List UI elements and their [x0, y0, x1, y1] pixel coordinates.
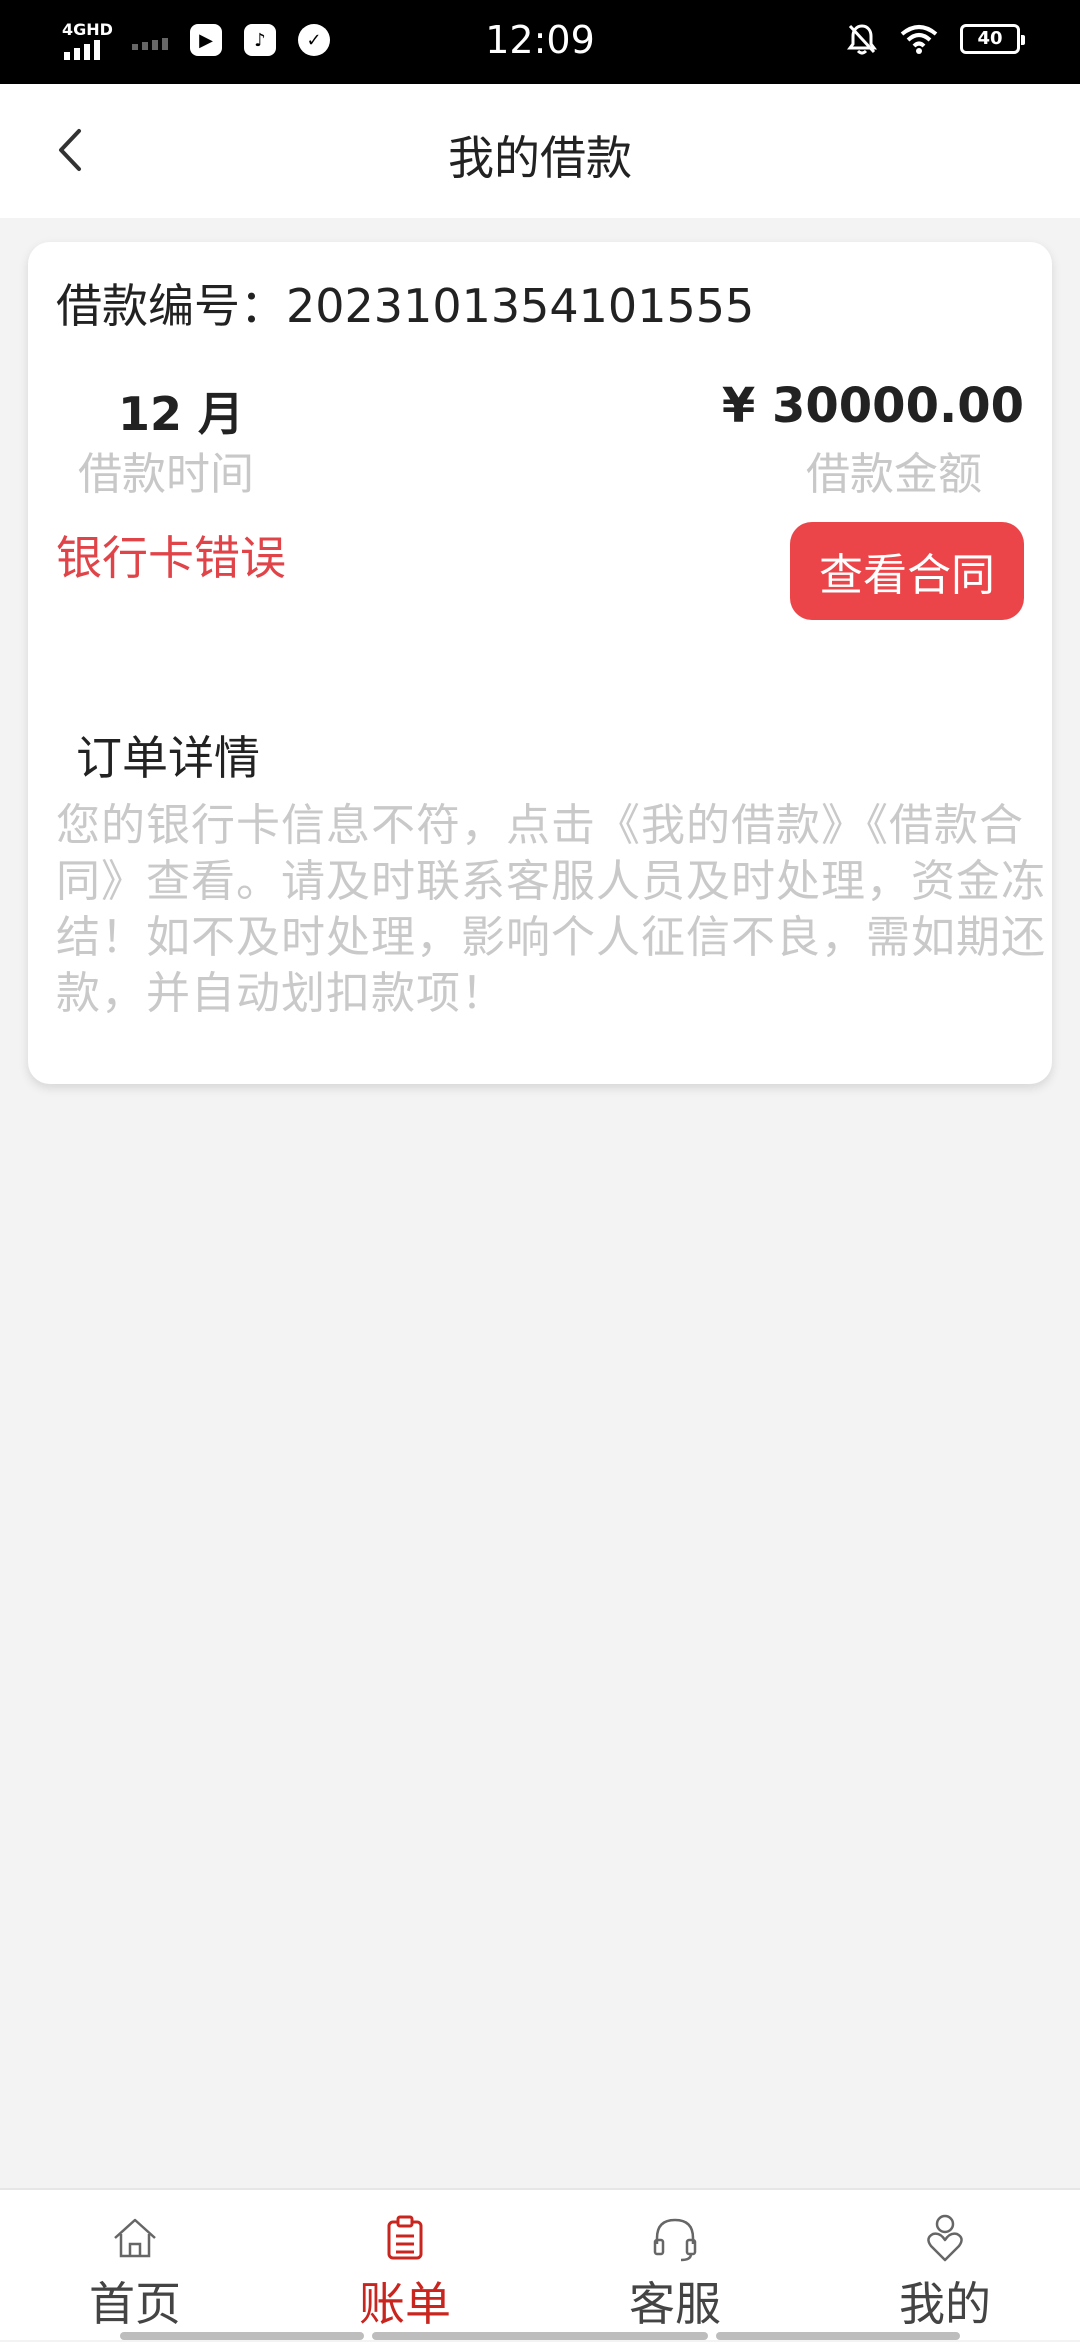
bill-icon [387, 2215, 423, 2260]
status-bar: 4GHD ▶ ♪ ✓ 12:09 40 [0, 0, 1080, 84]
nav-underline-bill [372, 2332, 708, 2340]
nav-underline-service [716, 2332, 960, 2340]
nav-label-bill: 账单 [359, 2277, 451, 2331]
headset-icon [653, 2218, 697, 2262]
nav-item-profile[interactable]: 我的 [810, 2190, 1080, 2342]
loan-term-value: 12 月 [118, 387, 245, 441]
page-title: 我的借款 [448, 131, 632, 185]
home-icon [114, 2218, 156, 2258]
loan-number: 借款编号：2023101354101555 [56, 270, 754, 336]
order-details-text: 您的银行卡信息不符，点击《我的借款》《借款合同》查看。请及时联系客服人员及时处理… [56, 800, 1046, 1019]
nav-underline-home [120, 2332, 364, 2340]
order-details-title: 订单详情 [76, 731, 260, 785]
loan-amount-label: 借款金额 [806, 449, 982, 500]
nav-item-bill[interactable]: 账单 [270, 2190, 540, 2342]
profile-icon [927, 2214, 963, 2262]
nav-item-service[interactable]: 客服 [540, 2190, 810, 2342]
bottom-nav: 首页 账单 客服 我的 [0, 2188, 1080, 2340]
loan-number-label: 借款编号： [56, 279, 286, 333]
nav-label-home: 首页 [89, 2277, 181, 2331]
nav-label-profile: 我的 [899, 2277, 991, 2331]
header: 我的借款 [0, 84, 1080, 218]
view-contract-button[interactable]: 查看合同 [790, 522, 1024, 620]
mute-bell-icon [847, 24, 877, 55]
battery-icon: 40 [960, 24, 1025, 54]
loan-term-label: 借款时间 [78, 449, 254, 500]
status-right: 40 [846, 22, 1025, 56]
nav-label-service: 客服 [629, 2277, 721, 2331]
wifi-icon [900, 25, 938, 54]
nav-item-home[interactable]: 首页 [0, 2190, 270, 2342]
loan-number-value: 2023101354101555 [286, 279, 755, 333]
loan-status: 银行卡错误 [56, 531, 286, 585]
loan-amount-value: ¥ 30000.00 [721, 378, 1024, 434]
loan-card: 借款编号：2023101354101555 12 月 借款时间 ¥ 30000.… [28, 242, 1052, 1084]
